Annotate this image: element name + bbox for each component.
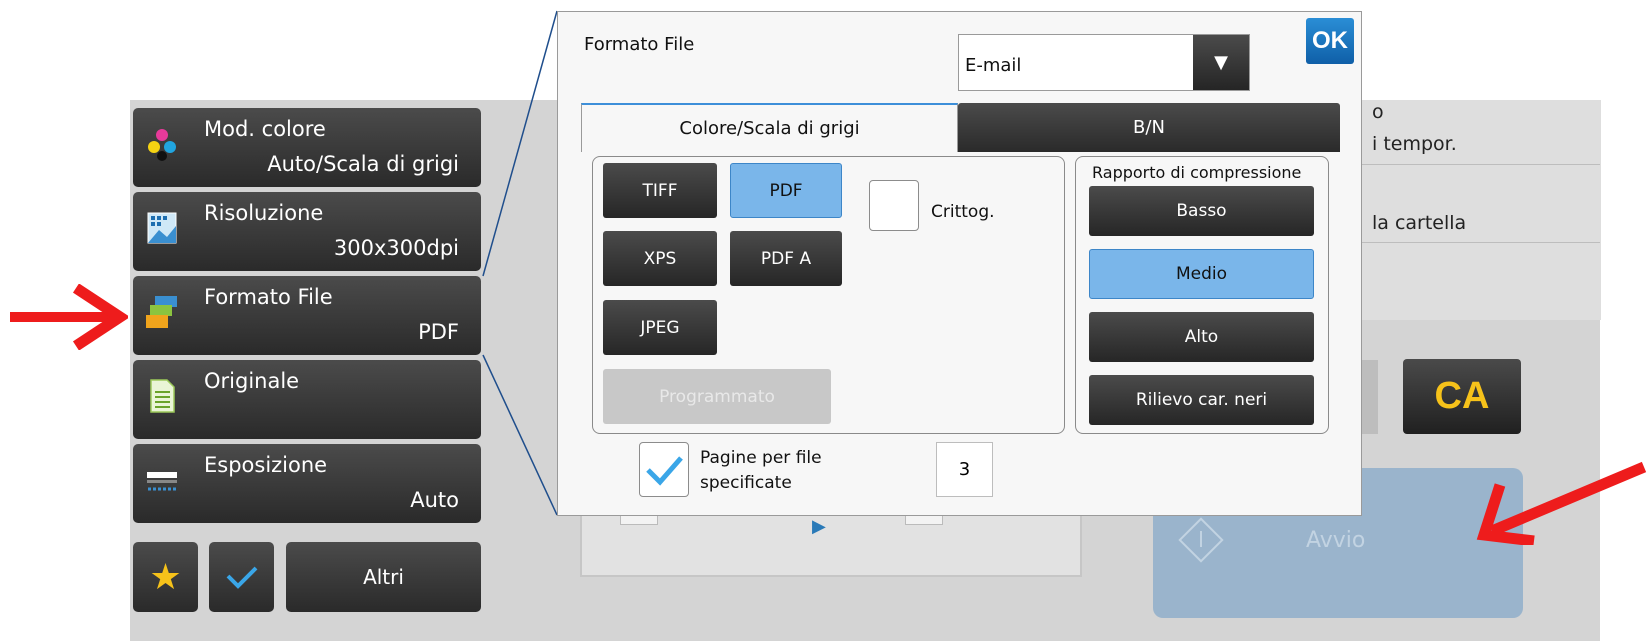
- ok-button[interactable]: OK: [1306, 18, 1354, 64]
- black-text-enhance-button[interactable]: Rilievo car. neri: [1089, 375, 1314, 425]
- dialog-title: Formato File: [584, 34, 695, 55]
- file-format-dialog: Formato File E-mail ▼ OK Colore/Scala di…: [557, 11, 1362, 516]
- encrypt-checkbox[interactable]: [869, 180, 919, 231]
- checkmark-icon: [646, 456, 683, 486]
- pages-per-file-checkbox[interactable]: [639, 442, 689, 497]
- tab-bw[interactable]: B/N: [958, 103, 1340, 152]
- destination-select[interactable]: E-mail ▼: [958, 34, 1250, 91]
- compression-medium-button[interactable]: Medio: [1089, 249, 1314, 299]
- encrypt-label: Crittog.: [931, 202, 995, 222]
- red-arrow-icon: [1476, 461, 1647, 545]
- red-arrow-icon: [10, 284, 128, 350]
- format-pdfa-button[interactable]: PDF A: [730, 231, 842, 286]
- tab-color-grayscale[interactable]: Colore/Scala di grigi: [581, 103, 958, 152]
- format-xps-button[interactable]: XPS: [603, 231, 717, 286]
- programmato-button[interactable]: Programmato: [603, 369, 831, 424]
- dropdown-arrow-icon[interactable]: ▼: [1193, 35, 1249, 90]
- compression-high-button[interactable]: Alto: [1089, 312, 1314, 362]
- compression-title: Rapporto di compressione: [1092, 163, 1302, 182]
- pages-per-file-label: Pagine per file: [700, 448, 822, 468]
- compression-low-button[interactable]: Basso: [1089, 186, 1314, 236]
- format-tiff-button[interactable]: TIFF: [603, 163, 717, 218]
- format-jpeg-button[interactable]: JPEG: [603, 300, 717, 355]
- format-pdf-button[interactable]: PDF: [730, 163, 842, 218]
- pages-per-file-label-2: specificate: [700, 473, 792, 493]
- pages-per-file-input[interactable]: 3: [936, 442, 993, 497]
- destination-select-value: E-mail: [965, 55, 1022, 76]
